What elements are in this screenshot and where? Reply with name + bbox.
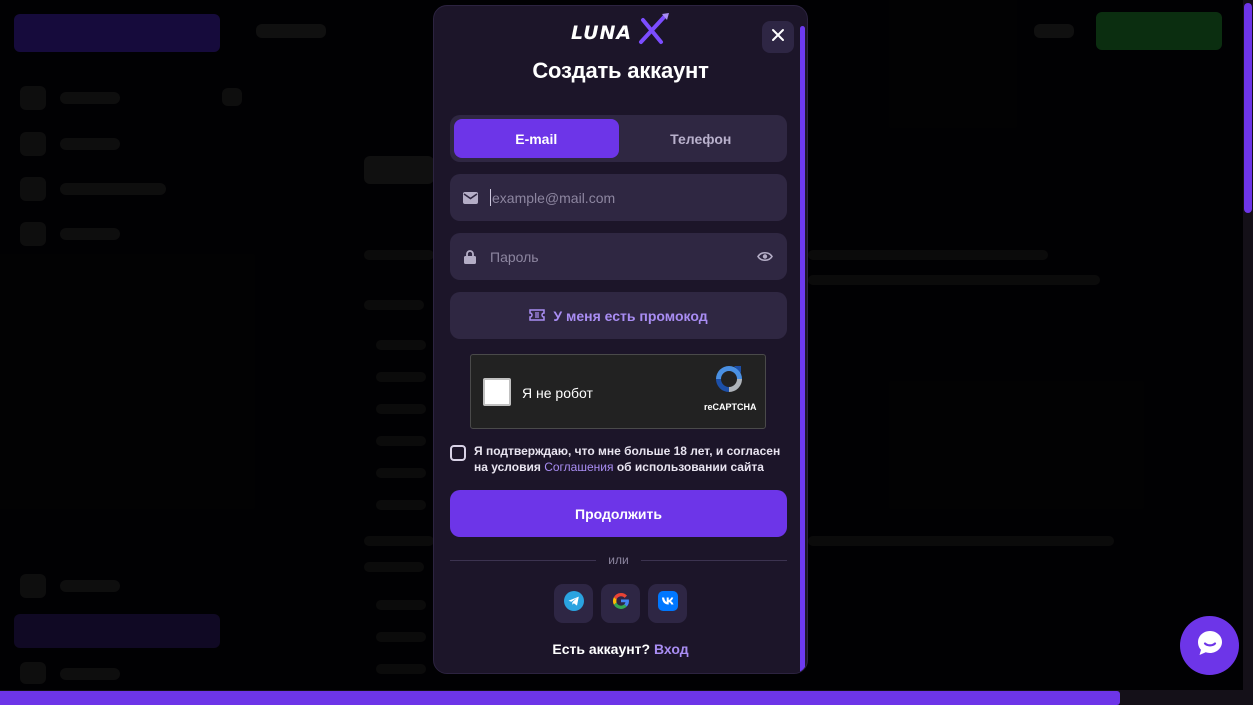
email-field[interactable]	[450, 174, 787, 221]
vk-login-button[interactable]	[648, 584, 687, 623]
tab-phone[interactable]: Телефон	[619, 119, 784, 158]
lock-icon	[462, 249, 478, 265]
lunax-logo: LUNA	[434, 12, 807, 48]
tab-email[interactable]: E-mail	[454, 119, 619, 158]
age-agreement: Я подтверждаю, что мне больше 18 лет, и …	[450, 443, 787, 475]
chat-icon	[1195, 628, 1225, 663]
support-chat-button[interactable]	[1180, 616, 1239, 675]
ticket-icon	[529, 308, 546, 324]
password-input[interactable]	[490, 233, 755, 280]
modal-scrollbar[interactable]	[800, 26, 805, 673]
svg-text:LUNA: LUNA	[571, 22, 632, 44]
google-icon	[611, 591, 631, 616]
agreement-link[interactable]: Соглашения	[544, 460, 613, 474]
page-scrollbar-thumb[interactable]	[1244, 3, 1252, 213]
close-button[interactable]	[762, 21, 794, 53]
telegram-login-button[interactable]	[554, 584, 593, 623]
recaptcha-logo: reCAPTCHA	[704, 363, 757, 412]
continue-button[interactable]: Продолжить	[450, 490, 787, 537]
eye-icon[interactable]	[755, 247, 775, 267]
agreement-checkbox[interactable]	[450, 445, 466, 461]
promo-label: У меня есть промокод	[553, 307, 708, 324]
recaptcha-icon	[716, 366, 742, 392]
captcha-checkbox[interactable]	[483, 378, 511, 406]
close-icon	[771, 28, 785, 47]
page-scrollbar[interactable]	[1243, 0, 1253, 705]
captcha-brand: reCAPTCHA	[704, 402, 757, 412]
or-divider: или	[450, 552, 788, 568]
social-login	[434, 584, 807, 623]
agreement-text-end: об использовании сайта	[616, 460, 764, 474]
telegram-icon	[563, 591, 584, 616]
google-login-button[interactable]	[601, 584, 640, 623]
divider-line	[450, 559, 597, 561]
auth-method-tabs: E-mail Телефон	[450, 115, 787, 162]
login-prompt-text: Есть аккаунт?	[552, 641, 651, 657]
divider-label: или	[608, 553, 629, 567]
login-prompt: Есть аккаунт? Вход	[434, 641, 807, 657]
mail-icon	[462, 190, 478, 206]
password-field[interactable]	[450, 233, 787, 280]
agreement-text: Я подтверждаю, что мне больше 18 лет, и …	[474, 443, 787, 475]
modal-title: Создать аккаунт	[532, 58, 709, 83]
text-caret	[490, 189, 491, 206]
register-modal: LUNA Создать аккаунт E-mail Телефон exam…	[433, 5, 808, 674]
horizontal-scrollbar[interactable]	[0, 690, 1253, 705]
email-input[interactable]	[492, 174, 775, 221]
divider-line	[640, 559, 788, 561]
vk-icon	[657, 591, 678, 616]
horizontal-scrollbar-thumb[interactable]	[0, 691, 1120, 705]
captcha-label: Я не робот	[522, 385, 593, 401]
login-link[interactable]: Вход	[654, 641, 689, 657]
promo-code-button[interactable]: У меня есть промокод	[450, 292, 787, 339]
recaptcha-widget: Я не робот reCAPTCHA	[470, 354, 766, 429]
